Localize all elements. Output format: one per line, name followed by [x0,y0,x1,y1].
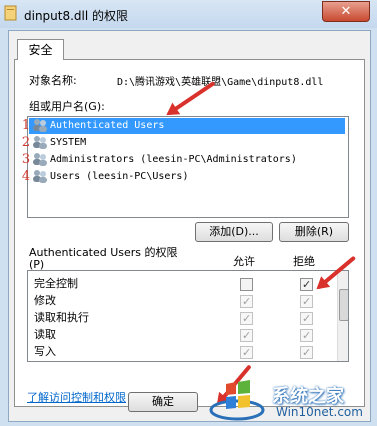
deny-checkbox[interactable] [300,310,313,327]
allow-checkbox[interactable] [240,344,253,361]
deny-column-header: 拒绝 [293,255,315,268]
allow-checkbox[interactable] [240,327,253,344]
permissions-list: 完全控制修改读取和执行读取写入 [27,270,349,362]
permission-row: 完全控制 [34,275,324,293]
allow-column-header: 允许 [233,255,255,268]
deny-checkbox[interactable] [300,344,313,361]
watermark-site: Win10net.com [276,405,363,419]
list-item[interactable]: 1 Authenticated Users [22,118,345,134]
user-name: SYSTEM [50,137,87,148]
annotation-number: 3 [21,152,31,167]
permission-name: 读取和执行 [34,311,89,324]
users-icon [33,136,47,149]
object-name-label: 对象名称: [29,74,77,87]
dialog: 安全 对象名称: D:\腾讯游戏\英雄联盟\Game\dinput8.dll 组… [8,30,371,422]
user-name: Administrators (leesin-PC\Administrators… [50,154,297,165]
users-icon [33,170,47,183]
annotation-number: 2 [21,135,31,150]
windows-logo-icon [209,380,265,421]
deny-checkbox[interactable] [300,327,313,344]
annotation-number: 1 [21,118,31,133]
annotation-number: 4 [21,169,31,184]
user-name: Users (leesin-PC\Users) [50,171,189,182]
permission-name: 读取 [34,328,56,341]
object-path: D:\腾讯游戏\英雄联盟\Game\dinput8.dll [117,77,324,88]
permission-name: 完全控制 [34,277,78,290]
watermark: 系统之家 Win10net.com [208,378,373,424]
permission-name: 写入 [34,345,56,358]
tab-security[interactable]: 安全 [17,39,64,60]
access-control-link[interactable]: 了解访问控制和权限 [27,389,126,405]
permission-row: 读取和执行 [34,309,324,327]
users-list[interactable]: 1 Authenticated Users 2 SYSTEM 3 Adminis… [22,116,349,218]
window-title: dinput8.dll 的权限 [24,9,129,23]
list-item[interactable]: 4 Users (leesin-PC\Users) [22,169,345,185]
scrollbar-thumb[interactable] [339,289,348,321]
permission-row: 写入 [34,343,324,361]
allow-checkbox[interactable] [240,310,253,327]
list-item[interactable]: 3 Administrators (leesin-PC\Administrato… [22,152,345,168]
file-icon [4,5,17,21]
deny-checkbox[interactable] [300,276,313,293]
add-button[interactable]: 添加(D)... [195,222,273,242]
list-item[interactable]: 2 SYSTEM [22,135,345,151]
ok-button[interactable]: 确定 [128,392,198,412]
users-icon [33,153,47,166]
user-name: Authenticated Users [50,120,165,131]
security-panel: 对象名称: D:\腾讯游戏\英雄联盟\Game\dinput8.dll 组或用户… [14,59,365,407]
deny-checkbox[interactable] [300,293,313,310]
permission-row: 读取 [34,326,324,344]
users-label: 组或用户名(G): [29,100,105,113]
title-bar: dinput8.dll 的权限 ✕ [0,0,377,28]
permission-name: 修改 [34,294,56,307]
close-button[interactable]: ✕ [322,1,370,22]
scrollbar[interactable] [337,271,348,361]
close-icon: ✕ [340,4,352,19]
users-icon [33,119,47,132]
remove-button[interactable]: 删除(R) [279,222,349,242]
allow-checkbox[interactable] [240,293,253,310]
allow-checkbox[interactable] [240,278,253,291]
permissions-title: Authenticated Users 的权限 [29,246,178,259]
permission-row: 修改 [34,292,324,310]
